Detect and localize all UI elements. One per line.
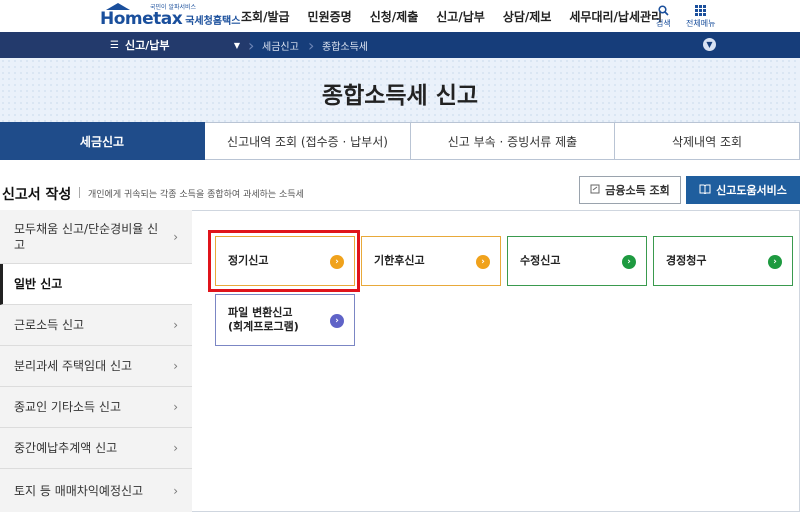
- document-icon: [590, 184, 600, 197]
- arrow-right-icon: ›: [768, 255, 782, 269]
- chevron-right-icon: ›: [173, 483, 178, 498]
- caret-down-icon: ▼: [233, 40, 240, 50]
- logo-tagline: 국민이 알파서비스: [150, 4, 197, 11]
- search-icon: [658, 3, 669, 18]
- breadcrumb-separator-icon: ›: [248, 35, 255, 55]
- financial-income-lookup-label: 금융소득 조회: [605, 184, 670, 197]
- side-item-housing-rental[interactable]: 분리과세 주택임대 신고 ›: [0, 346, 192, 387]
- chevron-right-icon: ›: [173, 359, 178, 373]
- card-label: 수정신고: [520, 254, 561, 267]
- side-item-label: 중간예납추계액 신고: [14, 441, 118, 455]
- side-item-interim-prepayment[interactable]: 중간예납추계액 신고 ›: [0, 428, 192, 469]
- gnb-item-certificate[interactable]: 민원증명: [308, 8, 352, 25]
- search-label: 검색: [656, 19, 671, 28]
- house-roof-icon: [106, 3, 130, 10]
- arrow-right-icon: ›: [622, 255, 636, 269]
- gnb-item-lookup[interactable]: 조회/발급: [241, 8, 290, 25]
- financial-income-lookup-button[interactable]: 금융소득 조회: [579, 176, 681, 204]
- logo-subtitle: 국세청홈택스: [185, 16, 241, 27]
- breadcrumb-tax-report[interactable]: 세금신고: [262, 32, 299, 58]
- side-item-religious-income[interactable]: 종교인 기타소득 신고 ›: [0, 387, 192, 428]
- amended-report-card[interactable]: 수정신고 ›: [507, 236, 647, 286]
- chevron-right-icon: ›: [173, 400, 178, 414]
- late-report-card[interactable]: 기한후신고 ›: [361, 236, 501, 286]
- grid-icon: [695, 3, 707, 18]
- side-item-label: 일반 신고: [14, 277, 63, 291]
- page-banner: 종합소득세 신고: [0, 58, 800, 122]
- tab-tax-report[interactable]: 세금신고: [0, 122, 205, 160]
- page-title: 종합소득세 신고: [321, 83, 479, 109]
- tab-bar: 세금신고 신고내역 조회 (접수증 · 납부서) 신고 부속 · 증빙서류 제출…: [0, 122, 800, 160]
- hamburger-icon: ☰: [110, 39, 119, 51]
- all-menu-label: 전체메뉴: [686, 19, 716, 28]
- side-item-label: 종교인 기타소득 신고: [14, 400, 121, 414]
- side-item-simple-report[interactable]: 모두채움 신고/단순경비율 신고 ›: [0, 210, 192, 264]
- logo-text: Hometax: [100, 3, 183, 29]
- file-conversion-report-card[interactable]: 파일 변환신고 (회계프로그램) ›: [215, 294, 355, 346]
- side-item-land-sale-profit[interactable]: 토지 등 매매차익예정신고 ›: [0, 469, 192, 512]
- breadcrumb-separator-icon: ›: [308, 35, 315, 55]
- gnb-item-agent[interactable]: 세무대리/납세관리: [569, 8, 662, 25]
- tab-attach-documents[interactable]: 신고 부속 · 증빙서류 제출: [411, 122, 615, 160]
- global-nav: 조회/발급 민원증명 신청/제출 신고/납부 상담/제보 세무대리/납세관리: [241, 8, 680, 25]
- card-label: 파일 변환신고 (회계프로그램): [228, 306, 299, 333]
- report-help-service-label: 신고도움서비스: [716, 184, 787, 197]
- highlight-box: [208, 230, 360, 292]
- side-item-earned-income[interactable]: 근로소득 신고 ›: [0, 305, 192, 346]
- correction-claim-card[interactable]: 경정청구 ›: [653, 236, 793, 286]
- chevron-right-icon: ›: [173, 229, 178, 244]
- side-item-label: 토지 등 매매차익예정신고: [14, 483, 144, 498]
- side-item-label: 분리과세 주택임대 신고: [14, 359, 133, 373]
- gnb-item-report[interactable]: 신고/납부: [436, 8, 485, 25]
- top-header: Hometax 국세청홈택스 국민이 알파서비스 조회/발급 민원증명 신청/제…: [0, 0, 800, 32]
- arrow-right-icon: ›: [476, 255, 490, 269]
- section-title: 신고서 작성: [2, 187, 72, 203]
- chevron-right-icon: ›: [173, 318, 178, 332]
- location-menu-label: 신고/납부: [124, 39, 170, 52]
- side-item-label: 근로소득 신고: [14, 318, 85, 332]
- all-menu-button[interactable]: 전체메뉴: [686, 3, 715, 29]
- card-label: 경정청구: [666, 254, 707, 267]
- book-icon: [699, 184, 711, 197]
- breadcrumb-income-tax[interactable]: 종합소득세: [322, 32, 368, 58]
- tab-report-history[interactable]: 신고내역 조회 (접수증 · 납부서): [205, 122, 411, 160]
- tab-deleted-history[interactable]: 삭제내역 조회: [615, 122, 800, 160]
- section-divider: [79, 187, 80, 198]
- location-bar: ☰ 신고/납부 ▼ › 세금신고 › 종합소득세 ▼: [0, 32, 800, 58]
- side-item-label: 모두채움 신고/단순경비율 신고: [14, 221, 159, 252]
- search-button[interactable]: 검색: [656, 3, 671, 29]
- chevron-down-icon[interactable]: ▼: [703, 38, 716, 51]
- gnb-item-consult[interactable]: 상담/제보: [503, 8, 552, 25]
- section-description: 개인에게 귀속되는 각종 소득을 종합하여 과세하는 소득세: [88, 190, 304, 200]
- card-label: 기한후신고: [374, 254, 425, 267]
- side-menu: 모두채움 신고/단순경비율 신고 › 일반 신고 근로소득 신고 › 분리과세 …: [0, 210, 194, 512]
- location-menu-select[interactable]: ☰ 신고/납부 ▼: [0, 32, 250, 58]
- report-help-service-button[interactable]: 신고도움서비스: [686, 176, 800, 204]
- side-item-general-report[interactable]: 일반 신고: [0, 264, 194, 305]
- arrow-right-icon: ›: [330, 314, 344, 328]
- gnb-item-apply[interactable]: 신청/제출: [370, 8, 419, 25]
- chevron-right-icon: ›: [173, 441, 178, 455]
